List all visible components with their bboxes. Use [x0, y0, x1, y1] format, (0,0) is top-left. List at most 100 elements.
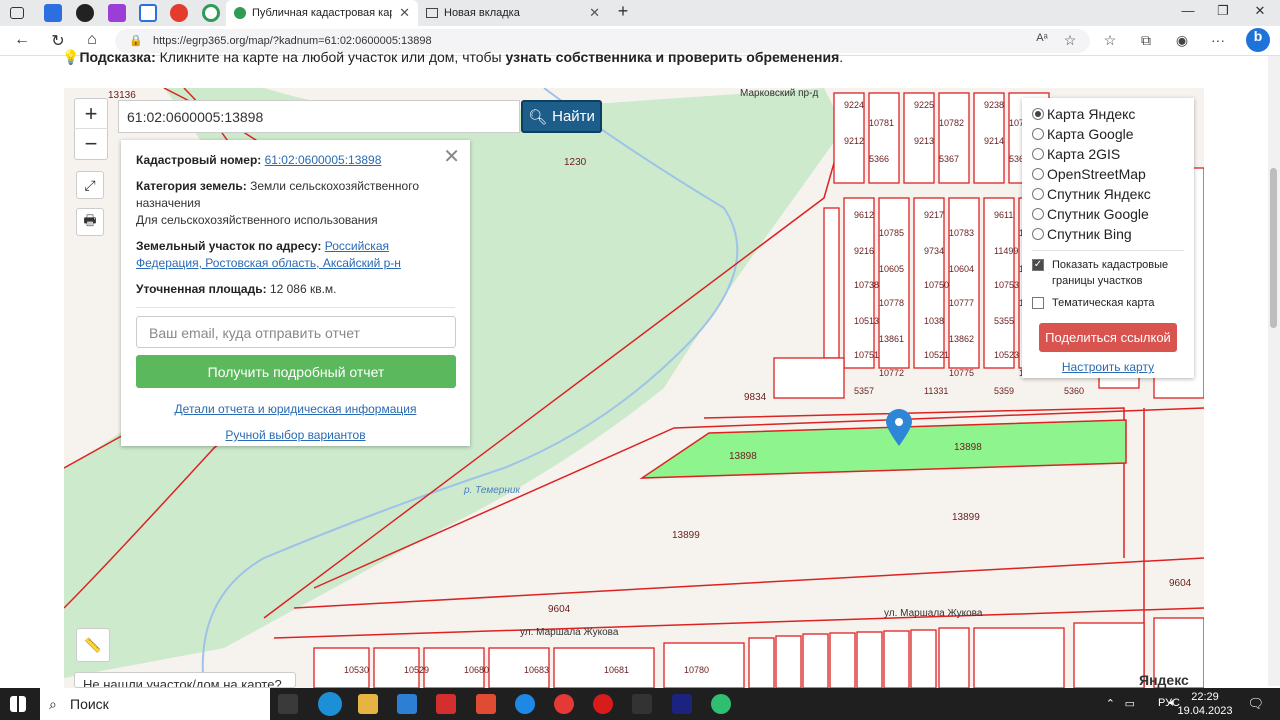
block-number: 10605	[879, 264, 904, 274]
mail-tab-icon[interactable]	[139, 4, 157, 22]
fullscreen-button[interactable]: ⤢	[76, 171, 104, 199]
radio-icon	[1032, 128, 1044, 140]
check-icon	[234, 7, 246, 19]
yandex-browser-icon[interactable]	[554, 694, 574, 714]
more-menu-icon[interactable]: ···	[1208, 32, 1228, 48]
block-number: 9224	[844, 100, 864, 110]
back-arrow-icon[interactable]: ←	[12, 31, 32, 49]
thematic-map-checkbox[interactable]: Тематическая карта	[1032, 295, 1184, 311]
cadastral-search-input[interactable]: 61:02:0600005:13898	[118, 100, 520, 133]
new-tab-button[interactable]: +	[608, 1, 638, 22]
browser-tab-strip: Публичная кадастровая карта ✕ Новая вкла…	[0, 0, 1280, 26]
battery-icon[interactable]: ▭	[1125, 697, 1135, 710]
clock-time[interactable]: 22:29	[1180, 691, 1230, 703]
configure-map-link[interactable]: Настроить карту	[1032, 360, 1184, 374]
boundary-line	[293, 557, 1204, 609]
close-icon[interactable]: ✕	[589, 5, 600, 21]
layer-radio-option[interactable]: Спутник Google	[1032, 204, 1184, 224]
yandex-tab-icon[interactable]	[170, 4, 188, 22]
bing-icon[interactable]: b	[1246, 28, 1270, 52]
clock-date[interactable]: 19.04.2023	[1175, 705, 1235, 717]
expand-icon: ⤢	[84, 176, 96, 193]
block-number: 10530	[344, 665, 369, 675]
refresh-icon[interactable]: ↻	[48, 31, 68, 51]
print-button[interactable]: 🖶	[76, 208, 104, 236]
address-label: Земельный участок по адресу:	[136, 239, 322, 253]
river-label: р. Темерник	[463, 485, 521, 496]
maximize-button[interactable]: ❐	[1208, 3, 1238, 19]
chevron-up-icon[interactable]: ⌃	[1106, 697, 1115, 710]
newtab-icon	[426, 8, 438, 18]
task-view-icon[interactable]	[278, 694, 298, 714]
app-icon[interactable]	[632, 694, 652, 714]
pinned-tab-icon[interactable]	[202, 4, 220, 22]
favorite-add-icon[interactable]: ☆	[1060, 32, 1080, 49]
plot-label: 13899	[952, 512, 980, 523]
layer-radio-option[interactable]: Спутник Яндекс	[1032, 184, 1184, 204]
edge-icon[interactable]	[318, 692, 342, 716]
file-explorer-icon[interactable]	[358, 694, 378, 714]
layer-radio-option[interactable]: Спутник Bing	[1032, 224, 1184, 244]
layer-radio-option[interactable]: OpenStreetMap	[1032, 164, 1184, 184]
show-borders-checkbox[interactable]: ✓ Показать кадастровые границы участков	[1032, 257, 1184, 289]
email-field[interactable]: Ваш email, куда отправить отчет	[136, 316, 456, 348]
home-icon[interactable]: ⌂	[82, 31, 102, 49]
notifications-icon[interactable]: 🗨	[1247, 696, 1264, 712]
ruler-icon: 📏	[84, 636, 102, 653]
close-window-button[interactable]: ✕	[1245, 3, 1275, 19]
favorites-icon[interactable]: ☆	[1100, 32, 1120, 49]
app-icon[interactable]	[711, 694, 731, 714]
plot-label: 9604	[1169, 578, 1192, 589]
pinned-tab-icon[interactable]	[44, 4, 62, 22]
tab-cadastral-map[interactable]: Публичная кадастровая карта ✕	[226, 0, 418, 26]
page-scrollbar[interactable]	[1268, 56, 1280, 686]
taskbar-search[interactable]: ⌕ Поиск	[40, 688, 270, 720]
pinned-tab-icon[interactable]	[108, 4, 126, 22]
mail-icon[interactable]	[436, 694, 456, 714]
layer-radio-option[interactable]: Карта Google	[1032, 124, 1184, 144]
store-icon[interactable]	[397, 694, 417, 714]
block-number: 10683	[524, 665, 549, 675]
zoom-out-button[interactable]: −	[74, 129, 108, 159]
layer-radio-option[interactable]: Карта Яндекс	[1032, 104, 1184, 124]
block-number: 10751	[854, 350, 879, 360]
read-aloud-icon[interactable]: Aᵃ	[1032, 32, 1052, 44]
not-found-button[interactable]: Не нашли участок/дом на карте?	[74, 672, 296, 688]
block-number: 10680	[464, 665, 489, 675]
layer-label: Карта 2GIS	[1047, 146, 1121, 162]
layer-label: Карта Google	[1047, 126, 1134, 142]
tab-actions-icon[interactable]	[10, 7, 24, 19]
app-icon[interactable]	[476, 694, 496, 714]
bottom-blocks	[313, 617, 1204, 688]
manual-selection-link[interactable]: Ручной выбор вариантов	[136, 428, 455, 442]
share-link-button[interactable]: Поделиться ссылкой	[1039, 323, 1177, 352]
taskbar-search-label: Поиск	[70, 696, 109, 712]
map-layers-panel: Карта Яндекс Карта Google Карта 2GIS OpenSt…	[1022, 98, 1194, 378]
pinned-tab-icon[interactable]	[76, 4, 94, 22]
windows-start-icon[interactable]	[10, 696, 26, 712]
checkbox-icon	[1032, 297, 1044, 309]
tab-new[interactable]: Новая вкладка ✕	[418, 0, 608, 26]
minimize-button[interactable]: —	[1173, 3, 1203, 18]
scrollbar-thumb[interactable]	[1270, 168, 1277, 328]
get-report-button[interactable]: Получить подробный отчет	[136, 355, 456, 388]
opera-icon[interactable]	[593, 694, 613, 714]
cad-number-link[interactable]: 61:02:0600005:13898	[265, 153, 382, 167]
close-icon[interactable]: ✕	[443, 144, 460, 169]
ruler-button[interactable]: 📏	[76, 628, 110, 662]
collections-icon[interactable]: ⧉	[1136, 32, 1156, 49]
tab-title: Публичная кадастровая карта	[252, 7, 392, 19]
skype-icon[interactable]	[515, 694, 535, 714]
layer-radio-option[interactable]: Карта 2GIS	[1032, 144, 1184, 164]
search-button[interactable]: 🔍︎ Найти	[521, 100, 602, 133]
close-icon[interactable]: ✕	[399, 5, 410, 21]
profile-avatar[interactable]: ◉	[1172, 32, 1192, 49]
url-text: https://egrp365.org/map/?kadnum=61:02:06…	[153, 35, 432, 47]
block-number: 10681	[604, 665, 629, 675]
block-number: 10772	[879, 368, 904, 378]
plot-13898-highlight[interactable]	[639, 419, 1127, 479]
block-number: 10750	[924, 280, 949, 290]
report-details-link[interactable]: Детали отчета и юридическая информация	[136, 402, 455, 416]
zoom-in-button[interactable]: +	[74, 99, 108, 129]
app-icon[interactable]	[672, 694, 692, 714]
